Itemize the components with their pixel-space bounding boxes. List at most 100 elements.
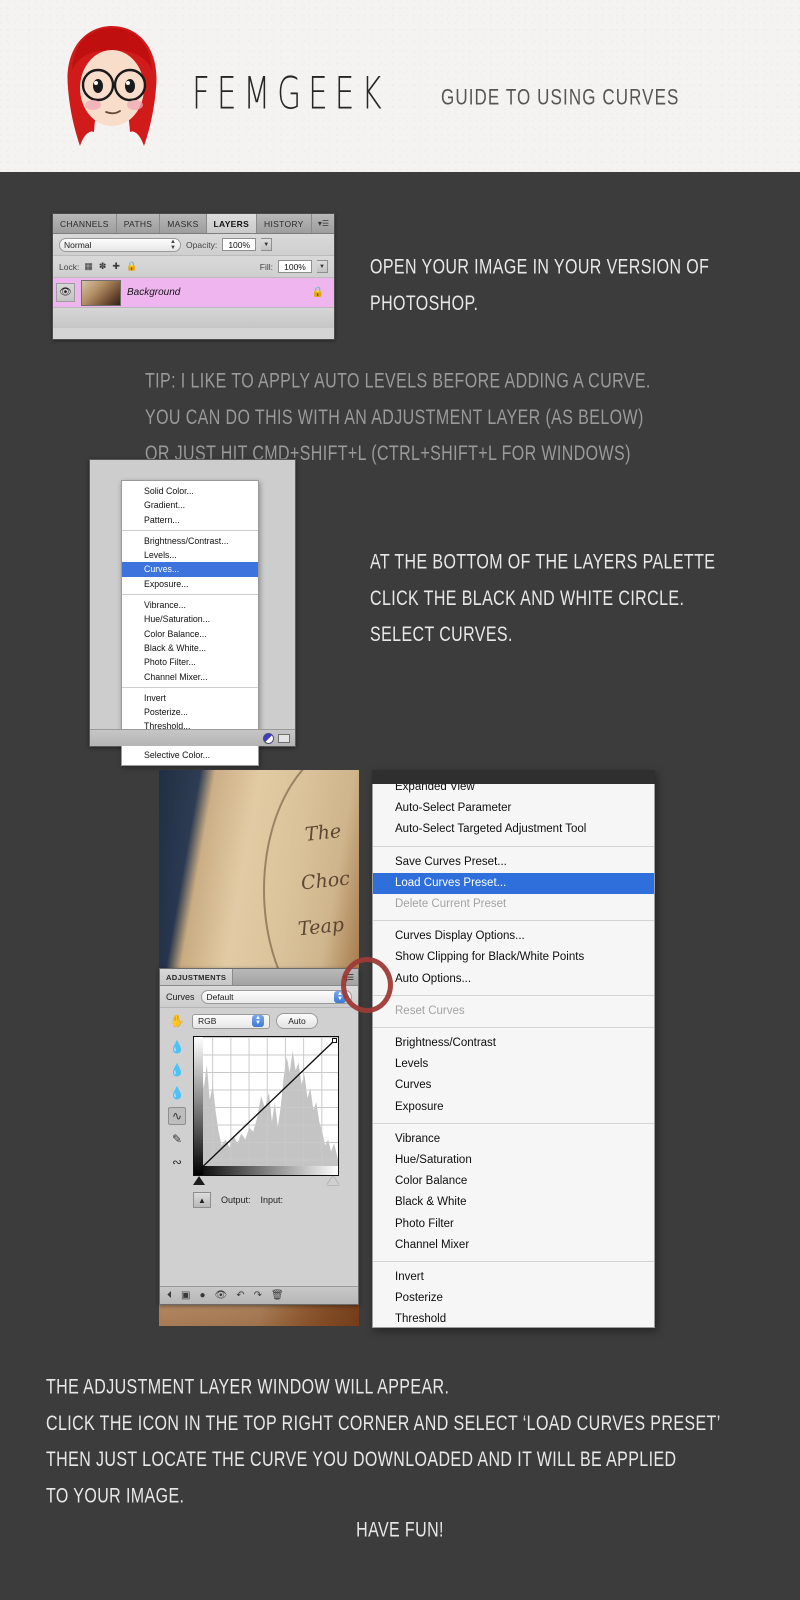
tab-masks[interactable]: MASKS	[160, 214, 207, 233]
stepper-icon[interactable]: ▲ ▼	[252, 1015, 264, 1027]
view-previous-icon[interactable]: ▣	[181, 1290, 190, 1301]
menu-item-auto-select-targeted-adjustment-tool[interactable]: Auto-Select Targeted Adjustment Tool	[373, 819, 654, 840]
reset-icon[interactable]: ↶	[236, 1290, 244, 1301]
input-label: Input:	[260, 1195, 284, 1205]
curve-edit-icon[interactable]: ∿	[168, 1107, 186, 1125]
layer-thumbnail[interactable]	[81, 279, 121, 306]
menu-item-curves-display-options[interactable]: Curves Display Options...	[373, 926, 654, 947]
fill-input[interactable]: 100%	[278, 260, 312, 273]
outro-text: HAVE FUN!	[356, 1519, 444, 1542]
menu-item-posterize[interactable]: Posterize...	[122, 705, 258, 719]
menu-item-photo-filter[interactable]: Photo Filter...	[122, 655, 258, 669]
opacity-input[interactable]: 100%	[222, 238, 257, 251]
curves-panel-flyout-menu[interactable]: Expanded View Auto-Select Parameter Auto…	[372, 770, 655, 1328]
annotation-circle-highlight	[341, 957, 393, 1013]
menu-item-hue-saturation[interactable]: Hue/Saturation...	[122, 612, 258, 626]
menu-item-vibrance[interactable]: Vibrance...	[122, 598, 258, 612]
fill-dropdown-icon[interactable]: ▼	[317, 260, 328, 273]
clip-to-layer-icon[interactable]: ⏴	[167, 1290, 172, 1301]
input-gradient-bar	[194, 1166, 338, 1175]
menu-item-auto-options[interactable]: Auto Options...	[373, 969, 654, 990]
menu-item-channel-mixer[interactable]: Channel Mixer...	[122, 670, 258, 684]
menu-item-exposure[interactable]: Exposure	[373, 1097, 654, 1118]
lock-transparency-icon[interactable]: ▦	[84, 261, 93, 272]
menu-item-pattern[interactable]: Pattern...	[122, 513, 258, 527]
white-point-eyedropper-icon[interactable]: 💧	[168, 1084, 186, 1102]
layers-panel-bottom-bar	[53, 308, 334, 328]
channel-select[interactable]: RGB ▲ ▼	[192, 1013, 270, 1029]
menu-item-invert[interactable]: Invert	[122, 691, 258, 705]
eye-visibility-icon[interactable]: 👁	[56, 283, 75, 302]
menu-item-hue-saturation[interactable]: Hue/Saturation	[373, 1150, 654, 1171]
tab-history[interactable]: HISTORY	[257, 214, 312, 233]
preview-eye-icon[interactable]: ●	[199, 1290, 205, 1301]
opacity-label: Opacity:	[186, 239, 218, 250]
menu-item-levels[interactable]: Levels...	[122, 548, 258, 562]
menu-item-gradient[interactable]: Gradient...	[122, 498, 258, 512]
blend-mode-select[interactable]: Normal ▲ ▼	[59, 237, 181, 252]
menu-item-brightness-contrast[interactable]: Brightness/Contrast...	[122, 534, 258, 548]
smooth-curve-icon[interactable]: ∾	[168, 1153, 186, 1171]
gray-point-eyedropper-icon[interactable]: 💧	[168, 1061, 186, 1079]
menu-item-curves[interactable]: Curves	[373, 1075, 654, 1096]
menu-item-vibrance[interactable]: Vibrance	[373, 1129, 654, 1150]
menu-item-curves[interactable]: Curves...	[122, 562, 258, 577]
photo-top-strip	[372, 770, 655, 784]
opacity-dropdown-icon[interactable]: ▼	[261, 238, 273, 251]
menu-separator	[373, 845, 654, 847]
white-point-slider[interactable]	[327, 1176, 339, 1185]
tab-adjustments[interactable]: ADJUSTMENTS	[160, 969, 234, 985]
adjustments-curves-panel[interactable]: ADJUSTMENTS ▾|☰ Curves Default ▲ ▼ ✋ RGB …	[159, 968, 359, 1305]
menu-item-black-and-white[interactable]: Black & White...	[122, 641, 258, 655]
layer-row-background[interactable]: 👁 Background 🔒	[53, 278, 334, 308]
channel-value: RGB	[198, 1016, 217, 1026]
delete-icon[interactable]: 🗑	[271, 1290, 284, 1301]
black-point-eyedropper-icon[interactable]: 💧	[168, 1038, 186, 1056]
curves-graph[interactable]	[193, 1036, 339, 1176]
menu-item-channel-mixer[interactable]: Channel Mixer	[373, 1235, 654, 1256]
preset-select[interactable]: Default ▲ ▼	[200, 989, 352, 1004]
menu-item-photo-filter[interactable]: Photo Filter	[373, 1214, 654, 1235]
auto-button[interactable]: Auto	[276, 1013, 318, 1029]
menu-item-brightness-contrast[interactable]: Brightness/Contrast	[373, 1033, 654, 1054]
menu-item-solid-color[interactable]: Solid Color...	[122, 484, 258, 498]
menu-item-color-balance[interactable]: Color Balance	[373, 1171, 654, 1192]
targeted-adjustment-icon[interactable]: ✋	[168, 1012, 186, 1030]
tab-paths[interactable]: PATHS	[117, 214, 161, 233]
menu-separator	[373, 920, 654, 922]
menu-item-levels[interactable]: Levels	[373, 1054, 654, 1075]
menu-item-exposure[interactable]: Exposure...	[122, 577, 258, 591]
menu-item-color-balance[interactable]: Color Balance...	[122, 627, 258, 641]
new-adjustment-layer-menu[interactable]: Solid Color... Gradient... Pattern... Br…	[121, 480, 259, 767]
histogram-warning-icon[interactable]: ▲	[193, 1192, 211, 1208]
new-group-folder-icon[interactable]	[278, 733, 290, 743]
lock-position-icon[interactable]: ✚	[112, 261, 120, 272]
output-label: Output:	[221, 1195, 251, 1205]
menu-item-invert[interactable]: Invert	[373, 1267, 654, 1288]
toggle-visibility-icon[interactable]: 👁	[215, 1290, 228, 1301]
draw-pencil-icon[interactable]: ✎	[168, 1130, 186, 1148]
menu-item-show-clipping[interactable]: Show Clipping for Black/White Points	[373, 947, 654, 968]
curve-line[interactable]	[194, 1037, 338, 1175]
black-point-slider[interactable]	[193, 1176, 205, 1185]
lock-image-brush-icon[interactable]: ✽	[99, 261, 107, 272]
black-white-circle-icon[interactable]	[263, 732, 274, 744]
stepper-icon[interactable]: ▲ ▼	[170, 239, 176, 251]
menu-item-auto-select-parameter[interactable]: Auto-Select Parameter	[373, 798, 654, 819]
menu-item-threshold[interactable]: Threshold	[373, 1309, 654, 1327]
menu-item-black-and-white[interactable]: Black & White	[373, 1192, 654, 1213]
menu-item-posterize[interactable]: Posterize	[373, 1288, 654, 1309]
panel-menu-icon[interactable]: ▾☰	[313, 214, 334, 233]
lock-all-icon[interactable]: 🔒	[126, 261, 137, 272]
tab-layers[interactable]: LAYERS	[206, 214, 258, 233]
curve-point-white[interactable]	[332, 1038, 337, 1043]
tab-channels[interactable]: CHANNELS	[53, 214, 117, 233]
menu-item-delete-current-preset: Delete Current Preset	[395, 898, 507, 911]
menu-item-load-curves-preset[interactable]: Load Curves Preset...	[373, 872, 654, 895]
revert-icon[interactable]: ↷	[254, 1290, 262, 1301]
channel-row: ✋ RGB ▲ ▼ Auto	[160, 1008, 358, 1034]
menu-separator	[373, 1027, 654, 1029]
menu-item-selective-color[interactable]: Selective Color...	[122, 748, 258, 762]
layers-panel[interactable]: CHANNELS PATHS MASKS LAYERS HISTORY ▾☰ N…	[52, 213, 335, 340]
menu-item-save-curves-preset[interactable]: Save Curves Preset...	[373, 852, 654, 873]
